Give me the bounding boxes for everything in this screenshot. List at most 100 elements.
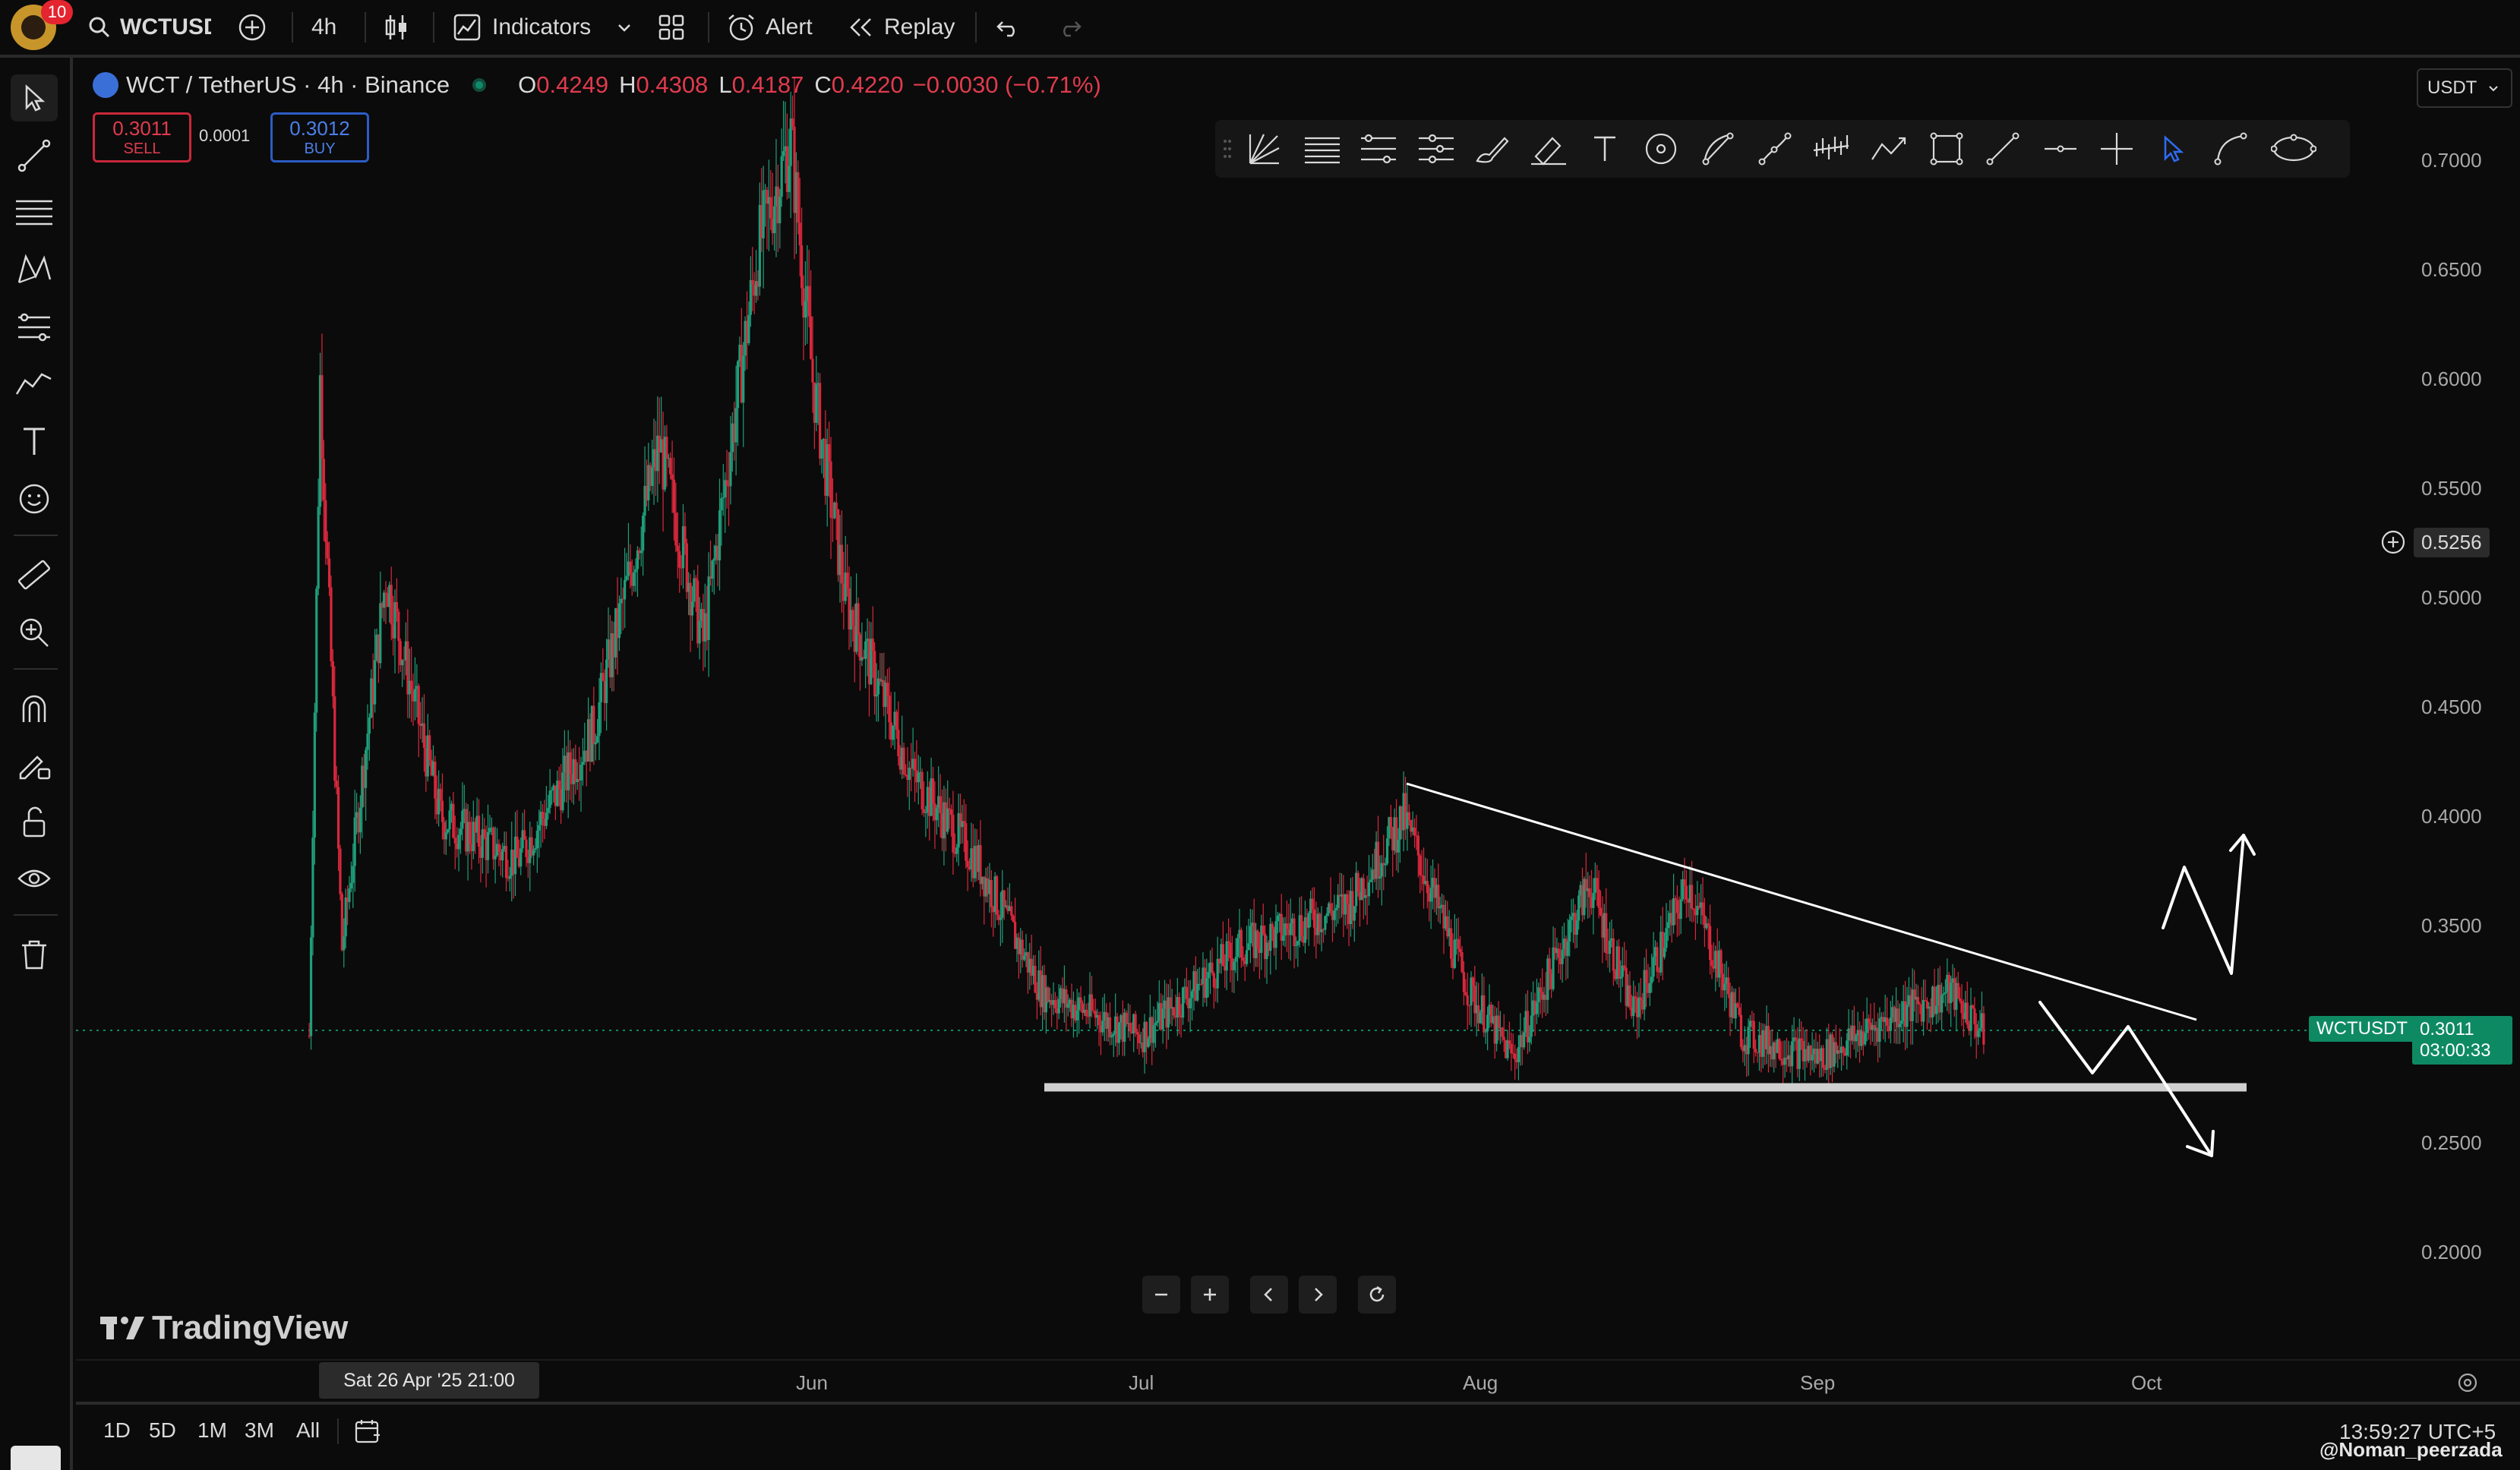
candle-body bbox=[1346, 894, 1349, 904]
divider bbox=[14, 535, 58, 536]
measure-tool[interactable] bbox=[11, 551, 58, 598]
gann-fan-icon[interactable] bbox=[1246, 130, 1284, 168]
fib-extension-icon[interactable] bbox=[1359, 130, 1397, 168]
hide-drawings-tool[interactable] bbox=[11, 855, 58, 902]
alert-button[interactable]: Alert bbox=[726, 0, 813, 55]
watermark-text: TradingView bbox=[152, 1309, 349, 1346]
candle-body bbox=[629, 561, 632, 574]
highlighter-icon[interactable] bbox=[1530, 130, 1568, 168]
favorites-star-icon[interactable] bbox=[11, 1446, 61, 1470]
price-tick: 0.2500 bbox=[2421, 1131, 2482, 1154]
candle-body bbox=[1464, 992, 1467, 995]
crosshair-icon[interactable] bbox=[2098, 130, 2136, 168]
selection-cursor-icon[interactable] bbox=[2154, 130, 2192, 168]
emoji-tool[interactable] bbox=[11, 475, 58, 522]
candle-body bbox=[1644, 970, 1648, 983]
candle-body bbox=[1117, 1022, 1121, 1043]
range-1d-button[interactable]: 1D bbox=[103, 1418, 131, 1443]
zoom-tool[interactable] bbox=[11, 609, 58, 656]
forecast-tool[interactable] bbox=[11, 304, 58, 351]
add-alert-icon[interactable] bbox=[2380, 529, 2406, 555]
range-3m-button[interactable]: 3M bbox=[245, 1418, 274, 1443]
text-tool[interactable] bbox=[11, 418, 58, 465]
candle-body bbox=[693, 578, 696, 602]
parallel-lines-icon[interactable] bbox=[1303, 130, 1341, 168]
candle-body bbox=[1312, 909, 1316, 928]
candle-body bbox=[1973, 1008, 1976, 1025]
buy-button[interactable]: 0.3012 BUY bbox=[270, 112, 369, 162]
lock-drawings-tool[interactable] bbox=[11, 799, 58, 846]
zoom-in-button[interactable] bbox=[1191, 1276, 1229, 1314]
candle-body bbox=[541, 812, 545, 819]
candle-body bbox=[1517, 1047, 1521, 1062]
timeframe-button[interactable]: 4h bbox=[311, 0, 336, 55]
go-to-date-button[interactable] bbox=[354, 1418, 383, 1449]
compare-symbol-button[interactable] bbox=[237, 0, 267, 55]
candle-body bbox=[605, 659, 608, 703]
zoom-out-button[interactable] bbox=[1142, 1276, 1180, 1314]
scroll-right-button[interactable] bbox=[1299, 1276, 1337, 1314]
candle-body bbox=[309, 937, 313, 1036]
fib-tool[interactable] bbox=[11, 188, 58, 235]
symbol-title[interactable]: WCT / TetherUS · 4h · Binance bbox=[126, 71, 450, 99]
symbol-search[interactable]: WCTUSDT bbox=[88, 0, 211, 55]
magnet-tool[interactable] bbox=[11, 685, 58, 732]
candle-body bbox=[1599, 907, 1603, 916]
curved-line-icon[interactable] bbox=[2212, 130, 2250, 168]
candle-body bbox=[602, 673, 605, 681]
candle-body bbox=[1539, 987, 1542, 992]
candle-body bbox=[1413, 827, 1416, 836]
layouts-button[interactable] bbox=[658, 0, 685, 55]
text-icon[interactable] bbox=[1586, 130, 1624, 168]
candle-body bbox=[461, 810, 464, 829]
range-1m-button[interactable]: 1M bbox=[197, 1418, 227, 1443]
chart-settings-button[interactable] bbox=[2456, 1371, 2479, 1399]
candle-body bbox=[1885, 1017, 1889, 1026]
horizontal-ray-icon[interactable] bbox=[2042, 130, 2079, 168]
brush-tool[interactable] bbox=[11, 360, 58, 407]
indicators-button[interactable]: Indicators bbox=[453, 0, 591, 55]
trend-line-tool[interactable] bbox=[11, 132, 58, 179]
scroll-left-button[interactable] bbox=[1250, 1276, 1288, 1314]
candle-body bbox=[1169, 997, 1172, 1009]
rectangle-icon[interactable] bbox=[1928, 130, 1966, 168]
curve-tool-icon[interactable] bbox=[1756, 130, 1794, 168]
candle-body bbox=[1738, 1007, 1741, 1015]
candlestick-chart[interactable] bbox=[76, 58, 2415, 1400]
alert-label: Alert bbox=[766, 14, 813, 39]
drag-handle-icon[interactable] bbox=[1218, 130, 1236, 168]
remove-drawings-tool[interactable] bbox=[11, 931, 58, 978]
sell-button[interactable]: 0.3011 SELL bbox=[93, 112, 191, 162]
line-segment-icon[interactable] bbox=[1984, 130, 2022, 168]
stay-in-drawing-tool[interactable] bbox=[11, 741, 58, 788]
chart-pane[interactable] bbox=[76, 58, 2415, 1400]
symbol-legend: WCT / TetherUS · 4h · Binance O 0.4249 H0… bbox=[93, 68, 1101, 102]
brush-icon[interactable] bbox=[1473, 130, 1511, 168]
ellipse-icon[interactable] bbox=[2269, 130, 2318, 168]
chart-type-button[interactable] bbox=[383, 0, 410, 55]
indicators-dropdown[interactable] bbox=[615, 0, 633, 55]
candle-body bbox=[1510, 1043, 1513, 1054]
fib-channel-icon[interactable] bbox=[1417, 130, 1455, 168]
candle-body bbox=[736, 361, 740, 409]
path-icon[interactable] bbox=[1870, 130, 1908, 168]
bars-pattern-icon[interactable] bbox=[1812, 130, 1850, 168]
reset-chart-button[interactable] bbox=[1358, 1276, 1396, 1314]
candle-body bbox=[1561, 949, 1564, 964]
pattern-tool[interactable] bbox=[11, 246, 58, 293]
replay-button[interactable]: Replay bbox=[848, 0, 955, 55]
candle-body bbox=[1337, 894, 1340, 908]
redo-icon bbox=[1063, 21, 1082, 37]
circle-target-icon[interactable] bbox=[1642, 130, 1680, 168]
candle-body bbox=[1707, 923, 1710, 926]
redo-button[interactable] bbox=[1056, 0, 1083, 55]
arc-icon[interactable] bbox=[1700, 130, 1738, 168]
currency-select[interactable]: USDT bbox=[2417, 68, 2512, 108]
range-all-button[interactable]: All bbox=[296, 1418, 320, 1443]
range-5d-button[interactable]: 5D bbox=[149, 1418, 176, 1443]
text-icon bbox=[24, 427, 45, 455]
undo-button[interactable] bbox=[995, 0, 1022, 55]
candle-body bbox=[924, 812, 927, 813]
cursor-tool[interactable] bbox=[11, 74, 58, 121]
notification-badge[interactable]: 10 bbox=[41, 0, 73, 24]
